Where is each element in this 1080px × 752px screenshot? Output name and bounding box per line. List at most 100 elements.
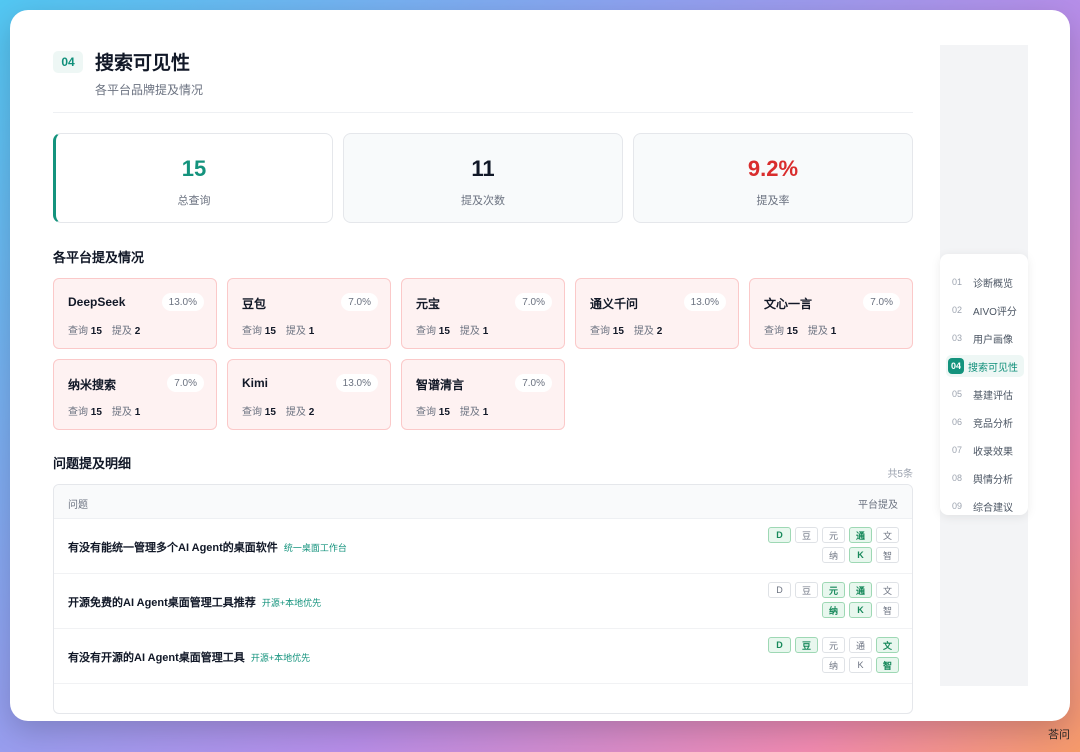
query-label: 查询: [242, 407, 262, 418]
mention-label: 提及: [285, 407, 306, 418]
nav-item-06[interactable]: 06 竞品分析: [946, 411, 1024, 433]
platform-chip: 通: [849, 527, 872, 543]
mention-label: 提及: [111, 407, 132, 418]
nav-item-label: 基建评估: [973, 390, 1013, 402]
stat-label: 提及率: [756, 195, 790, 207]
stat-value: 15: [181, 156, 207, 181]
platform-chip: 纳: [822, 602, 845, 618]
nav-item-number: 08: [951, 473, 962, 483]
watermark-text: 荅问: [1048, 729, 1070, 741]
nav-item-09[interactable]: 09 综合建议: [946, 495, 1024, 517]
nav-item-label: 收录效果: [973, 446, 1013, 458]
stat-value: 9.2%: [747, 156, 799, 181]
platform-name: DeepSeek: [68, 295, 126, 309]
nav-item-number: 09: [951, 501, 962, 511]
platform-chip: 豆: [795, 582, 818, 598]
platform-chip: 智: [876, 657, 899, 673]
question-tag: 统一桌面工作台: [283, 543, 347, 553]
mention-count: 1: [482, 326, 489, 337]
nav-item-03[interactable]: 03 用户画像: [946, 327, 1024, 349]
query-count: 15: [264, 326, 276, 337]
nav-item-08[interactable]: 08 舆情分析: [946, 467, 1024, 489]
query-count: 15: [438, 326, 450, 337]
platform-name: Kimi: [242, 376, 269, 390]
platform-stats: 查询 15 提及 1: [764, 322, 836, 337]
nav-item-label: 综合建议: [973, 502, 1013, 514]
query-label: 查询: [242, 326, 262, 337]
question-tag: 开源+本地优先: [261, 598, 322, 608]
question-text: 有没有能统一管理多个AI Agent的桌面软件 统一桌面工作台: [68, 539, 347, 555]
platform-rate-badge: 7.0%: [341, 293, 378, 311]
column-header-question: 问题: [68, 500, 88, 511]
platform-name: 文心一言: [764, 297, 813, 311]
platform-stats: 查询 15 提及 1: [416, 403, 488, 418]
platform-rate-badge: 13.0%: [161, 293, 204, 311]
mention-count: 1: [830, 326, 837, 337]
nav-item-number: 03: [951, 333, 962, 343]
nav-item-number: 02: [951, 305, 962, 315]
platform-stats: 查询 15 提及 2: [242, 403, 314, 418]
platform-chip: 豆: [795, 527, 818, 543]
details-table: 问题 平台提及 有没有能统一管理多个AI Agent的桌面软件 统一桌面工作台 D 豆…: [53, 484, 913, 714]
platform-name: 豆包: [242, 297, 267, 311]
platform-rate-badge: 7.0%: [515, 374, 552, 392]
query-label: 查询: [416, 326, 436, 337]
nav-item-label: AIVO评分: [973, 306, 1017, 318]
nav-item-number: 01: [951, 277, 962, 287]
mention-count: 2: [134, 326, 141, 337]
question-tag: 开源+本地优先: [250, 653, 311, 663]
question-label: 有没有开源的AI Agent桌面管理工具: [68, 652, 245, 664]
query-count: 15: [612, 326, 624, 337]
mention-label: 提及: [633, 326, 654, 337]
platform-name: 通义千问: [590, 297, 639, 311]
nav-item-number: 05: [951, 389, 962, 399]
main-content: 04 搜索可见性 各平台品牌提及情况 15 总查询 11 提及次数 9.2% 提…: [53, 10, 913, 721]
table-header: 问题 平台提及: [54, 485, 912, 519]
platform-rate-badge: 7.0%: [863, 293, 900, 311]
section-number-badge: 04: [53, 51, 83, 73]
mention-count: 2: [308, 407, 315, 418]
nav-item-02[interactable]: 02 AIVO评分: [946, 299, 1024, 321]
query-label: 查询: [68, 326, 88, 337]
platform-chip: 元: [822, 582, 845, 598]
query-label: 查询: [416, 407, 436, 418]
platform-chips: D豆元通文纳K智: [766, 527, 899, 563]
platform-card: 文心一言 7.0% 查询 15 提及 1: [749, 278, 913, 349]
query-count: 15: [438, 407, 450, 418]
platform-chips: D豆元通文纳K智: [766, 637, 899, 673]
stat-value: 11: [471, 156, 495, 181]
nav-item-07[interactable]: 07 收录效果: [946, 439, 1024, 461]
table-row: 有没有能统一管理多个AI Agent的桌面软件 统一桌面工作台 D 豆元通文纳 K 智: [54, 519, 912, 574]
platform-chip: K: [849, 657, 872, 673]
stat-card-mention-rate: 9.2% 提及率: [633, 133, 913, 223]
question-text: 开源免费的AI Agent桌面管理工具推荐 开源+本地优先: [68, 594, 321, 610]
nav-item-01[interactable]: 01 诊断概览: [946, 271, 1024, 293]
mention-label: 提及: [111, 326, 132, 337]
nav-item-04[interactable]: 04 搜索可见性: [946, 355, 1024, 377]
platform-chip: 文: [876, 582, 899, 598]
section-nav: 01 诊断概览 02 AIVO评分 03 用户画像 04 搜索可见性 05 基建评估 06 竞品分析 0…: [940, 254, 1028, 515]
nav-item-05[interactable]: 05 基建评估: [946, 383, 1024, 405]
query-label: 查询: [590, 326, 610, 337]
query-label: 查询: [68, 407, 88, 418]
platform-stats: 查询 15 提及 2: [68, 322, 140, 337]
platform-name: 纳米搜索: [68, 378, 117, 392]
stat-card-total-queries: 15 总查询: [53, 133, 333, 223]
platform-card: Kimi 13.0% 查询 15 提及 2: [227, 359, 391, 430]
mention-label: 提及: [459, 326, 480, 337]
nav-item-number: 04: [948, 358, 964, 374]
platform-chip: 纳: [822, 547, 845, 563]
platform-chip: 豆: [795, 637, 818, 653]
nav-item-label: 舆情分析: [973, 474, 1013, 486]
platform-chip: 文: [876, 527, 899, 543]
page-subtitle: 各平台品牌提及情况: [95, 83, 204, 97]
report-window: 04 搜索可见性 各平台品牌提及情况 15 总查询 11 提及次数 9.2% 提…: [10, 10, 1070, 721]
platform-card: 豆包 7.0% 查询 15 提及 1: [227, 278, 391, 349]
nav-item-label: 用户画像: [973, 334, 1013, 346]
nav-item-label: 竞品分析: [973, 418, 1013, 430]
platform-chip: D: [768, 582, 791, 598]
platform-chip: 元: [822, 527, 845, 543]
platform-chip: D: [768, 527, 791, 543]
table-row: 有没有开源的AI Agent桌面管理工具 开源+本地优先 D 豆元通文纳 K 智: [54, 629, 912, 684]
mention-count: 1: [134, 407, 141, 418]
